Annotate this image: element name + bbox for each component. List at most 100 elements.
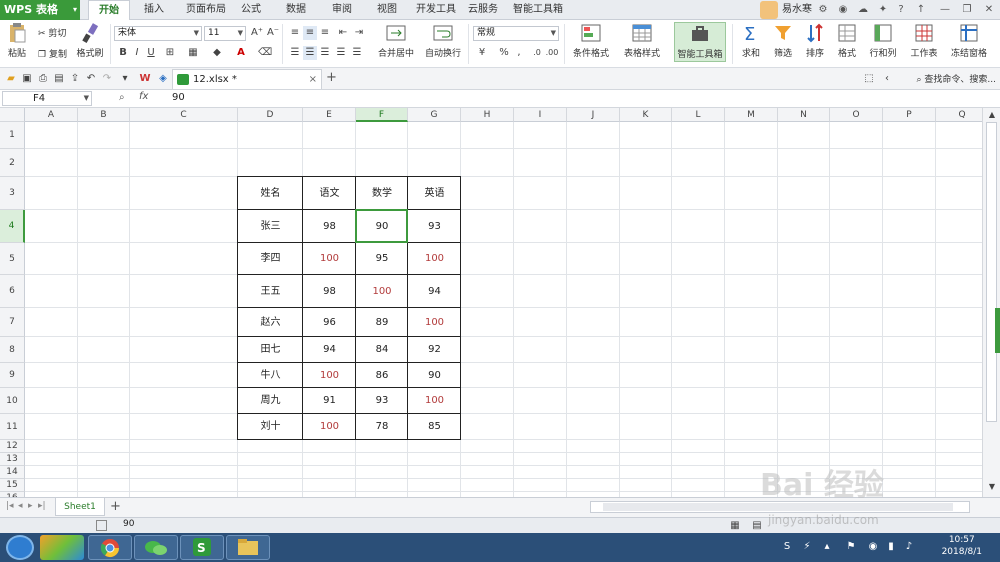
table-cell[interactable]: 李四 — [238, 243, 303, 275]
row-header-1[interactable]: 1 — [0, 122, 25, 149]
start-button[interactable] — [6, 535, 34, 560]
export-icon[interactable]: ⇪ — [68, 72, 82, 86]
macro-icon[interactable] — [96, 520, 107, 531]
share-icon[interactable]: ◉ — [836, 3, 850, 17]
table-cell[interactable]: 100 — [408, 243, 461, 275]
distributed-icon[interactable]: ☰ — [350, 46, 364, 60]
last-sheet-icon[interactable]: ▸| — [38, 501, 46, 511]
font-name-select[interactable]: 宋体 ▼ — [114, 26, 202, 41]
align-right-icon[interactable]: ☰ — [318, 46, 332, 60]
page-layout-icon[interactable]: ▤ — [750, 519, 764, 533]
tab-smart-toolbox[interactable]: 智能工具箱 — [510, 0, 566, 20]
cube-icon[interactable]: ◈ — [156, 72, 170, 86]
wps-logo-icon[interactable]: W — [138, 72, 152, 86]
align-bottom-icon[interactable]: ≡ — [318, 26, 332, 40]
number-format-select[interactable]: 常规 ▼ — [473, 26, 559, 41]
table-cell[interactable]: 86 — [356, 363, 408, 388]
row-header-11[interactable]: 11 — [0, 414, 25, 440]
tray-security-icon[interactable]: ◉ — [866, 540, 880, 554]
border-icon[interactable]: ⊞ — [163, 46, 177, 60]
tab-data[interactable]: 数据 — [281, 0, 311, 20]
function-button[interactable]: fx — [139, 91, 148, 102]
tab-view[interactable]: 视图 — [372, 0, 402, 20]
conditional-format-button[interactable]: 条件格式 — [568, 22, 614, 59]
table-cell[interactable]: 94 — [408, 275, 461, 308]
tray-network-icon[interactable]: ▮ — [884, 540, 898, 554]
column-header-h[interactable]: H — [461, 108, 514, 122]
add-sheet-button[interactable]: + — [110, 498, 121, 516]
align-middle-icon[interactable]: ≡ — [303, 26, 317, 40]
table-style-button[interactable]: 表格样式 — [618, 22, 666, 59]
freeze-panes-button[interactable]: 冻结窗格 — [946, 22, 992, 59]
wrap-text-button[interactable]: 自动换行 — [423, 22, 463, 59]
wechat-icon[interactable] — [134, 535, 178, 560]
column-header-o[interactable]: O — [830, 108, 883, 122]
tray-power-icon[interactable]: ⚡ — [800, 540, 814, 554]
active-cell[interactable] — [355, 209, 408, 243]
open-folder-icon[interactable]: ▰ — [4, 72, 18, 86]
table-cell[interactable]: 张三 — [238, 210, 303, 243]
close-icon[interactable]: × — [309, 70, 317, 89]
indent-increase-icon[interactable]: ⇥ — [352, 26, 366, 40]
column-header-p[interactable]: P — [883, 108, 936, 122]
table-cell[interactable]: 78 — [356, 414, 408, 440]
align-center-icon[interactable]: ☰ — [303, 46, 317, 60]
column-header-d[interactable]: D — [238, 108, 303, 122]
taskbar-clock[interactable]: 10:57 2018/8/1 — [942, 534, 982, 558]
chrome-icon[interactable] — [88, 535, 132, 560]
close-icon[interactable]: ✕ — [982, 3, 996, 17]
table-cell[interactable]: 刘十 — [238, 414, 303, 440]
indent-decrease-icon[interactable]: ⇤ — [336, 26, 350, 40]
italic-button[interactable]: I — [130, 46, 144, 60]
bold-button[interactable]: B — [116, 46, 130, 60]
first-sheet-icon[interactable]: |◂ — [6, 501, 14, 511]
scrollbar-thumb[interactable] — [986, 122, 997, 422]
font-color-icon[interactable]: A — [234, 46, 248, 60]
normal-view-icon[interactable]: ▦ — [728, 519, 742, 533]
settings-icon[interactable]: ⚙ — [816, 3, 830, 17]
print-preview-icon[interactable]: ▤ — [52, 72, 66, 86]
tab-developer[interactable]: 开发工具 — [412, 0, 460, 20]
cut-button[interactable]: ✂ 剪切 — [38, 26, 66, 39]
table-cell[interactable]: 85 — [408, 414, 461, 440]
restore-icon[interactable]: ❐ — [960, 3, 974, 17]
table-cell[interactable]: 牛八 — [238, 363, 303, 388]
table-cell[interactable]: 89 — [356, 308, 408, 337]
table-cell[interactable]: 100 — [303, 243, 356, 275]
table-cell[interactable]: 96 — [303, 308, 356, 337]
tab-review[interactable]: 审阅 — [327, 0, 357, 20]
row-header-4[interactable]: 4 — [0, 210, 25, 243]
column-header-m[interactable]: M — [725, 108, 778, 122]
save-icon[interactable]: ▣ — [20, 72, 34, 86]
chevron-up-icon[interactable]: ▲ — [985, 108, 999, 122]
table-cell[interactable]: 100 — [356, 275, 408, 308]
sort-button[interactable]: 排序 — [801, 22, 829, 59]
panel-icon[interactable]: ⬚ — [862, 72, 876, 86]
gift-icon[interactable]: ✦ — [876, 3, 890, 17]
command-search[interactable]: ⌕ 查找命令、搜索... — [916, 72, 996, 85]
spreadsheet-grid[interactable]: ABCDEFGHIJKLMNOPQ12345678910111213141516… — [0, 108, 982, 497]
table-cell[interactable]: 93 — [356, 388, 408, 414]
underline-button[interactable]: U — [144, 46, 158, 60]
scrollbar-thumb[interactable] — [603, 503, 953, 511]
row-header-10[interactable]: 10 — [0, 388, 25, 414]
copy-button[interactable]: ❐ 复制 — [38, 47, 67, 60]
justify-icon[interactable]: ☰ — [334, 46, 348, 60]
undo-icon[interactable]: ↶ — [84, 72, 98, 86]
table-header-cell[interactable]: 语文 — [303, 177, 356, 210]
new-tab-button[interactable]: + — [326, 70, 337, 85]
table-cell[interactable]: 93 — [408, 210, 461, 243]
table-header-cell[interactable]: 数学 — [356, 177, 408, 210]
percent-icon[interactable]: % — [497, 46, 511, 60]
select-all-corner[interactable] — [0, 108, 25, 122]
formula-input[interactable]: 90 — [172, 92, 185, 103]
bucket-icon[interactable]: ◆ — [210, 46, 224, 60]
thousands-icon[interactable]: , — [512, 46, 526, 60]
format-button[interactable]: 格式 — [833, 22, 861, 59]
merge-center-button[interactable]: 合并居中 — [372, 22, 420, 59]
vertical-scrollbar[interactable]: ▲ ▼ — [982, 108, 1000, 497]
row-header-8[interactable]: 8 — [0, 337, 25, 363]
column-header-c[interactable]: C — [130, 108, 238, 122]
row-header-5[interactable]: 5 — [0, 243, 25, 275]
file-explorer-icon[interactable] — [226, 535, 270, 560]
